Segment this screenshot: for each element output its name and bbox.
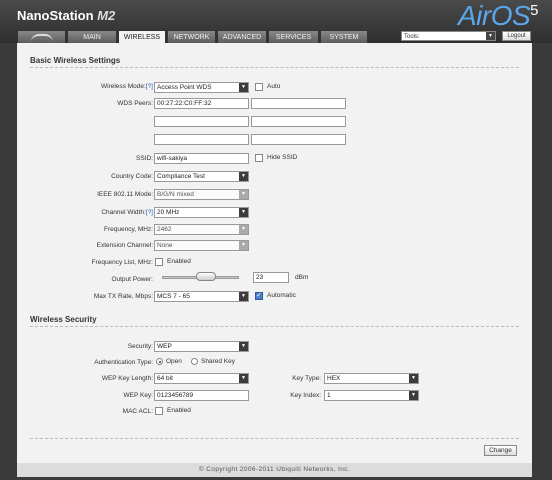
output-power-label: Output Power: — [111, 276, 153, 283]
wds-peer-6-input[interactable] — [251, 134, 346, 145]
auth-shared-key-label: Shared Key — [201, 358, 235, 365]
header-bar: NanoStation M2 AirOS5 MAIN WIRELESS NETW… — [0, 0, 552, 44]
ssid-input[interactable]: wifi-sakiya — [154, 153, 249, 164]
mac-acl-enabled-label: Enabled — [167, 407, 191, 414]
auth-type-label: Authentication Type: — [94, 359, 153, 366]
frequency-select[interactable]: 2462 ▼ — [154, 224, 249, 235]
wireless-mode-help-link[interactable]: [?] — [146, 83, 153, 90]
mac-acl-checkbox[interactable] — [155, 407, 163, 415]
key-type-label: Key Type: — [292, 375, 321, 382]
tab-advanced[interactable]: ADVANCED — [217, 30, 267, 43]
logout-button[interactable]: Logout — [502, 31, 531, 41]
ubnt-logo-icon — [30, 34, 53, 42]
max-tx-rate-select[interactable]: MCS 7 - 65 ▼ — [154, 291, 249, 302]
change-button[interactable]: Change — [484, 445, 517, 456]
chevron-down-icon: ▼ — [486, 32, 495, 40]
auth-open-radio[interactable] — [156, 358, 163, 365]
automatic-rate-label: Automatic — [267, 292, 296, 299]
country-code-select[interactable]: Compliance Test ▼ — [154, 171, 249, 182]
frequency-list-checkbox[interactable] — [155, 258, 163, 266]
security-select[interactable]: WEP ▼ — [154, 341, 249, 352]
automatic-rate-checkbox[interactable] — [255, 291, 263, 300]
country-code-label: Country Code: — [111, 173, 153, 180]
channel-width-label: Channel Width:[?] — [101, 209, 153, 216]
max-tx-rate-label: Max TX Rate, Mbps: — [93, 293, 153, 300]
frequency-list-enabled-label: Enabled — [167, 258, 191, 265]
wep-key-label: WEP Key: — [123, 392, 153, 399]
section-divider — [30, 67, 519, 68]
key-index-select[interactable]: 1 ▼ — [324, 390, 419, 401]
wds-peer-3-input[interactable] — [154, 116, 249, 127]
wds-peer-1-input[interactable]: 00:27:22:C0:FF:32 — [154, 98, 249, 109]
product-brand: NanoStation M2 — [17, 8, 116, 23]
chevron-down-icon: ▼ — [239, 241, 248, 250]
chevron-down-icon: ▼ — [409, 391, 418, 400]
frequency-label: Frequency, MHz: — [103, 226, 153, 233]
frequency-list-label: Frequency List, MHz: — [91, 259, 153, 266]
auth-shared-key-radio[interactable] — [191, 358, 198, 365]
chevron-down-icon: ▼ — [239, 83, 248, 92]
tab-wireless[interactable]: WIRELESS — [118, 30, 166, 44]
chevron-down-icon: ▼ — [409, 374, 418, 383]
wep-key-input[interactable]: 0123456789 — [154, 390, 249, 401]
chevron-down-icon: ▼ — [239, 374, 248, 383]
channel-width-help-link[interactable]: [?] — [146, 209, 153, 216]
tab-system[interactable]: SYSTEM — [320, 30, 368, 43]
wireless-mode-label: Wireless Mode:[?] — [100, 83, 153, 90]
chevron-down-icon: ▼ — [239, 208, 248, 217]
chevron-down-icon: ▼ — [239, 342, 248, 351]
ssid-label: SSID: — [136, 155, 153, 162]
wep-key-length-label: WEP Key Length: — [101, 375, 153, 382]
wds-peer-5-input[interactable] — [154, 134, 249, 145]
tab-network[interactable]: NETWORK — [167, 30, 216, 43]
tools-select[interactable]: Tools: ▼ — [401, 31, 496, 41]
section-divider — [30, 438, 519, 439]
copyright-footer: © Copyright 2006-2011 Ubiquiti Networks,… — [17, 463, 532, 477]
extension-channel-label: Extension Channel: — [96, 242, 153, 249]
auto-label: Auto — [267, 83, 281, 90]
ieee-mode-select[interactable]: B/G/N mixed ▼ — [154, 189, 249, 200]
auth-open-label: Open — [166, 358, 182, 365]
extension-channel-select[interactable]: None ▼ — [154, 240, 249, 251]
chevron-down-icon: ▼ — [239, 225, 248, 234]
chevron-down-icon: ▼ — [239, 190, 248, 199]
dbm-unit-label: dBm — [295, 274, 309, 281]
product-model: M2 — [97, 8, 116, 23]
output-power-slider-handle[interactable] — [196, 272, 217, 281]
section-divider — [30, 326, 519, 327]
tab-services[interactable]: SERVICES — [268, 30, 319, 43]
wds-peer-2-input[interactable] — [251, 98, 346, 109]
basic-settings-title: Basic Wireless Settings — [30, 56, 121, 65]
output-power-input[interactable]: 23 — [253, 272, 289, 283]
chevron-down-icon: ▼ — [239, 172, 248, 181]
tab-main[interactable]: MAIN — [67, 30, 117, 43]
wireless-mode-select[interactable]: Access Point WDS ▼ — [154, 82, 249, 93]
tab-ubnt-logo[interactable] — [17, 30, 66, 43]
hide-ssid-label: Hide SSID — [267, 154, 298, 161]
airos-logo: AirOS5 — [457, 0, 539, 31]
key-type-select[interactable]: HEX ▼ — [324, 373, 419, 384]
mac-acl-label: MAC ACL: — [122, 408, 153, 415]
chevron-down-icon: ▼ — [239, 292, 248, 301]
main-panel: Basic Wireless Settings Wireless Mode:[?… — [17, 43, 532, 463]
wds-peers-label: WDS Peers: — [117, 100, 153, 107]
ieee-mode-label: IEEE 802.11 Mode: — [97, 191, 153, 198]
wireless-security-title: Wireless Security — [30, 315, 97, 324]
wds-peer-4-input[interactable] — [251, 116, 346, 127]
auto-wds-checkbox[interactable] — [255, 83, 263, 91]
hide-ssid-checkbox[interactable] — [255, 154, 263, 162]
key-index-label: Key Index: — [290, 392, 321, 399]
security-label: Security: — [127, 343, 153, 350]
wep-key-length-select[interactable]: 64 bit ▼ — [154, 373, 249, 384]
channel-width-select[interactable]: 20 MHz ▼ — [154, 207, 249, 218]
